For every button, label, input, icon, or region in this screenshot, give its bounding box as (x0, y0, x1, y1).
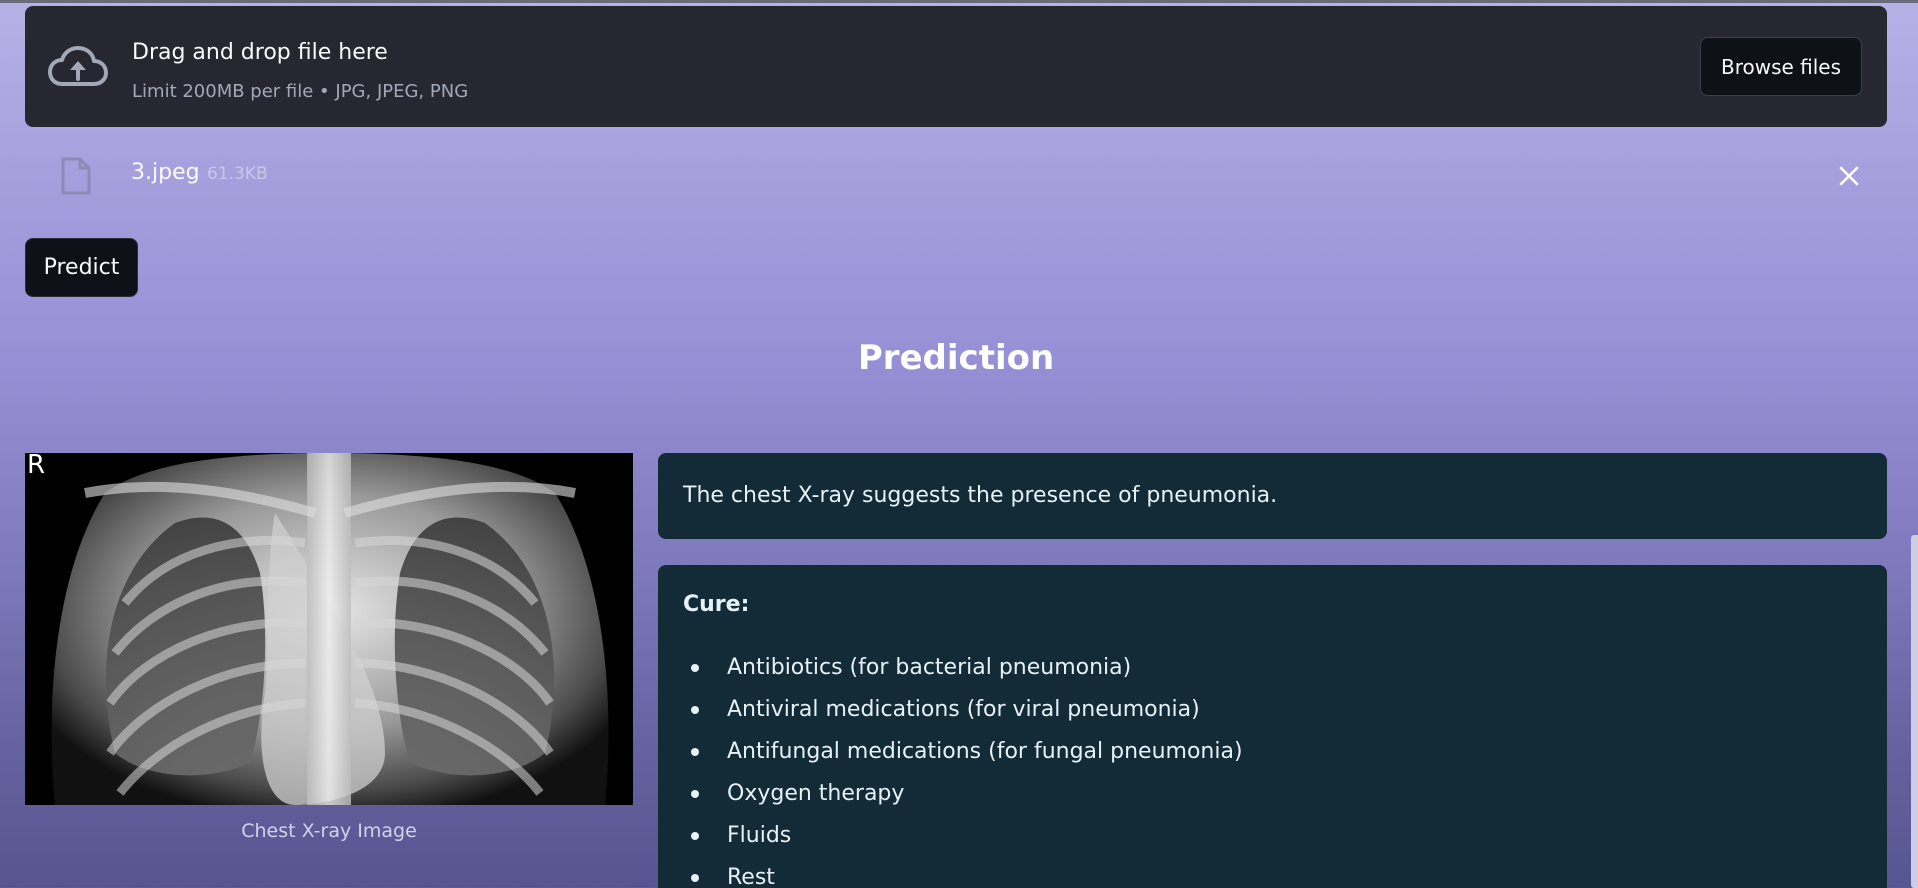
dropzone-limits: Limit 200MB per file • JPG, JPEG, PNG (132, 81, 469, 102)
prediction-result-box: The chest X-ray suggests the presence of… (658, 453, 1887, 539)
file-dropzone[interactable]: Drag and drop file here Limit 200MB per … (25, 6, 1887, 127)
list-item: Rest (683, 865, 1243, 888)
cure-item-label: Antiviral medications (for viral pneumon… (727, 697, 1200, 722)
prediction-heading: Prediction (857, 338, 1055, 378)
file-size: 61.3KB (207, 164, 268, 184)
xray-marker-label: R (27, 453, 45, 480)
cure-info-box: Cure: Antibiotics (for bacterial pneumon… (658, 565, 1887, 888)
browse-files-button[interactable]: Browse files (1700, 37, 1862, 96)
prediction-result-text: The chest X-ray suggests the presence of… (683, 483, 1278, 508)
cure-list: Antibiotics (for bacterial pneumonia) An… (683, 655, 1243, 888)
bullet-icon (691, 874, 699, 882)
list-item: Antifungal medications (for fungal pneum… (683, 739, 1243, 781)
cloud-upload-icon (48, 46, 108, 86)
cure-title: Cure: (683, 592, 750, 617)
bullet-icon (691, 706, 699, 714)
bullet-icon (691, 790, 699, 798)
cure-item-label: Antifungal medications (for fungal pneum… (727, 739, 1243, 764)
dropzone-title: Drag and drop file here (132, 40, 388, 65)
top-border (0, 0, 1918, 3)
bullet-icon (691, 832, 699, 840)
list-item: Fluids (683, 823, 1243, 865)
uploaded-file-item: 3.jpeg 61.3KB (25, 150, 1887, 202)
predict-button[interactable]: Predict (25, 238, 138, 297)
close-icon[interactable] (1833, 160, 1865, 192)
file-name: 3.jpeg (131, 160, 200, 185)
chest-xray-image: R (25, 453, 633, 805)
list-item: Antiviral medications (for viral pneumon… (683, 697, 1243, 739)
page-scrollbar[interactable] (1911, 535, 1918, 888)
cure-item-label: Rest (727, 865, 775, 888)
list-item: Oxygen therapy (683, 781, 1243, 823)
file-icon (61, 157, 91, 195)
cure-item-label: Fluids (727, 823, 792, 848)
cure-item-label: Oxygen therapy (727, 781, 905, 806)
cure-item-label: Antibiotics (for bacterial pneumonia) (727, 655, 1132, 680)
list-item: Antibiotics (for bacterial pneumonia) (683, 655, 1243, 697)
bullet-icon (691, 748, 699, 756)
image-caption: Chest X-ray Image (241, 820, 417, 842)
bullet-icon (691, 664, 699, 672)
